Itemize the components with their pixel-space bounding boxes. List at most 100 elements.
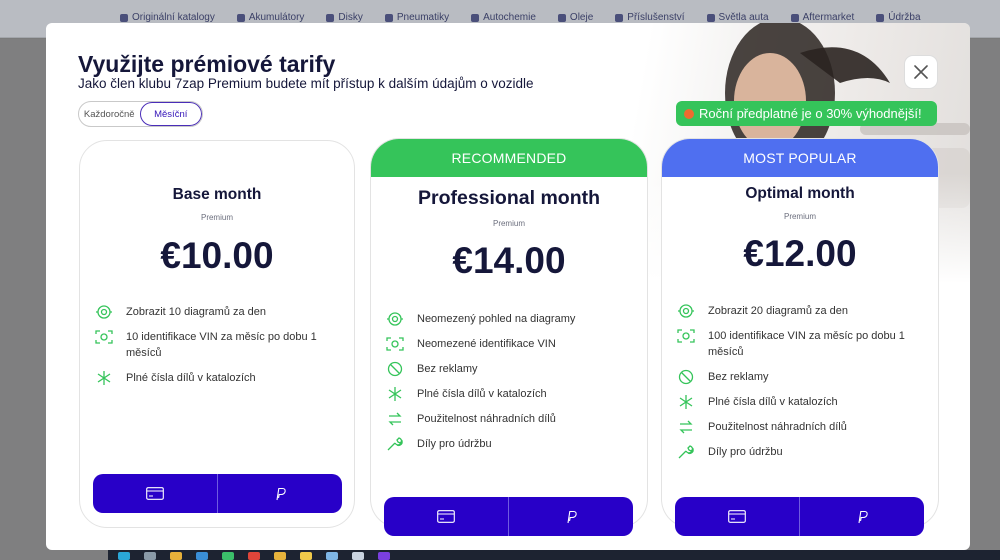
feature-text: Neomezené identifikace VIN xyxy=(417,338,556,350)
pay-card-button[interactable] xyxy=(93,474,217,513)
nav-item: Autochemie xyxy=(471,12,536,23)
pay-card-button[interactable] xyxy=(675,497,799,536)
plan-price: €12.00 xyxy=(743,233,857,274)
app-icon[interactable] xyxy=(118,552,130,560)
feature-text: 10 identifikace VIN za měsíc po dobu 1 m… xyxy=(126,331,317,359)
background-nav-items: Originální katalogy Akumulátory Disky Pn… xyxy=(120,12,921,23)
wrench-icon xyxy=(385,436,405,452)
feature-text: Plné čísla dílů v katalozích xyxy=(417,388,547,400)
pay-paypal-button[interactable] xyxy=(799,497,924,536)
plan-card-base: Base month Premium €10.00 Zobrazit 10 di… xyxy=(79,140,355,528)
feature-text: Plné čísla dílů v katalozích xyxy=(708,396,838,408)
close-button[interactable] xyxy=(904,55,938,89)
close-icon xyxy=(914,65,928,79)
app-icon[interactable] xyxy=(326,552,338,560)
app-icon[interactable] xyxy=(300,552,312,560)
plan-name: Professional month xyxy=(417,187,601,209)
feature-item: Díly pro údržbu xyxy=(676,444,926,460)
feature-item: 10 identifikace VIN za měsíc po dobu 1 m… xyxy=(94,329,344,361)
vin-scan-icon xyxy=(94,329,114,345)
plan-name: Optimal month xyxy=(745,185,855,202)
nav-item: Oleje xyxy=(558,12,593,23)
diagram-icon xyxy=(385,311,405,327)
paypal-icon xyxy=(276,487,286,500)
nav-item: Světla auta xyxy=(707,12,769,23)
billing-period-toggle: Každoročně Měsíční xyxy=(78,101,203,127)
feature-item: Bez reklamy xyxy=(676,369,926,385)
paypal-icon xyxy=(567,510,577,523)
toggle-yearly[interactable]: Každoročně xyxy=(79,102,140,126)
feature-item: Použitelnost náhradních dílů xyxy=(385,411,635,427)
vin-scan-icon xyxy=(385,336,405,352)
plan-card-professional: RECOMMENDED Professional month Premium €… xyxy=(371,139,647,536)
app-icon[interactable] xyxy=(170,552,182,560)
feature-text: Díly pro údržbu xyxy=(417,438,492,450)
plan-tier: Premium xyxy=(492,219,525,228)
nav-item: Akumulátory xyxy=(237,12,305,23)
feature-item: Plné čísla dílů v katalozích xyxy=(385,386,635,402)
feature-text: Zobrazit 20 diagramů za den xyxy=(708,305,849,317)
yearly-discount-banner: Roční předplatné je o 30% výhodnější! xyxy=(676,101,937,126)
taskbar xyxy=(108,550,1000,560)
nav-item: Disky xyxy=(326,12,362,23)
feature-list: Neomezený pohled na diagramy Neomezené i… xyxy=(385,311,635,461)
nav-item: Aftermarket xyxy=(791,12,855,23)
feature-item: Neomezené identifikace VIN xyxy=(385,336,635,352)
diagram-icon xyxy=(676,303,696,319)
payment-buttons xyxy=(93,474,342,513)
diagram-icon xyxy=(94,304,114,320)
card-icon xyxy=(728,510,746,523)
nav-item: Pneumatiky xyxy=(385,12,449,23)
plan-tier: Premium xyxy=(783,212,816,221)
plan-badge: RECOMMENDED xyxy=(371,139,647,177)
feature-text: Zobrazit 10 diagramů za den xyxy=(126,306,267,318)
leaf-icon xyxy=(684,108,694,119)
plan-tier: Premium xyxy=(200,213,233,222)
app-icon[interactable] xyxy=(248,552,260,560)
no-ads-icon xyxy=(385,361,405,377)
feature-text: 100 identifikace VIN za měsíc po dobu 1 … xyxy=(708,330,905,358)
feature-text: Bez reklamy xyxy=(417,363,478,375)
feature-item: Neomezený pohled na diagramy xyxy=(385,311,635,327)
wrench-icon xyxy=(676,444,696,460)
swap-icon xyxy=(676,419,696,435)
feature-list: Zobrazit 20 diagramů za den 100 identifi… xyxy=(676,303,926,469)
modal-title: Využijte prémiové tarify xyxy=(78,51,336,77)
app-icon[interactable] xyxy=(378,552,390,560)
feature-text: Plné čísla dílů v katalozích xyxy=(126,372,256,384)
nav-item: Údržba xyxy=(876,12,920,23)
feature-item: Zobrazit 10 diagramů za den xyxy=(94,304,344,320)
feature-list: Zobrazit 10 diagramů za den 10 identifik… xyxy=(94,304,344,395)
plan-price: €14.00 xyxy=(452,240,566,281)
plan-name: Base month xyxy=(172,186,262,203)
card-icon xyxy=(146,487,164,500)
vin-scan-icon xyxy=(676,328,696,344)
app-icon[interactable] xyxy=(144,552,156,560)
paypal-icon xyxy=(858,510,868,523)
promo-text: Roční předplatné je o 30% výhodnější! xyxy=(699,106,922,121)
app-icon[interactable] xyxy=(274,552,286,560)
premium-plans-modal: Využijte prémiové tarify Jako člen klubu… xyxy=(46,23,970,550)
app-icon[interactable] xyxy=(222,552,234,560)
toggle-monthly[interactable]: Měsíční xyxy=(139,102,202,126)
card-icon xyxy=(437,510,455,523)
feature-item: Zobrazit 20 diagramů za den xyxy=(676,303,926,319)
app-icon[interactable] xyxy=(196,552,208,560)
feature-text: Bez reklamy xyxy=(708,371,769,383)
plan-badge: MOST POPULAR xyxy=(662,139,938,177)
payment-buttons xyxy=(384,497,633,536)
taskbar-icons xyxy=(118,552,390,560)
pay-paypal-button[interactable] xyxy=(217,474,342,513)
feature-item: Díly pro údržbu xyxy=(385,436,635,452)
pay-card-button[interactable] xyxy=(384,497,508,536)
feature-item: 100 identifikace VIN za měsíc po dobu 1 … xyxy=(676,328,926,360)
swap-icon xyxy=(385,411,405,427)
feature-item: Plné čísla dílů v katalozích xyxy=(676,394,926,410)
feature-item: Plné čísla dílů v katalozích xyxy=(94,370,344,386)
feature-item: Bez reklamy xyxy=(385,361,635,377)
feature-text: Použitelnost náhradních dílů xyxy=(417,413,556,425)
pay-paypal-button[interactable] xyxy=(508,497,633,536)
asterisk-icon xyxy=(94,370,114,386)
no-ads-icon xyxy=(676,369,696,385)
app-icon[interactable] xyxy=(352,552,364,560)
